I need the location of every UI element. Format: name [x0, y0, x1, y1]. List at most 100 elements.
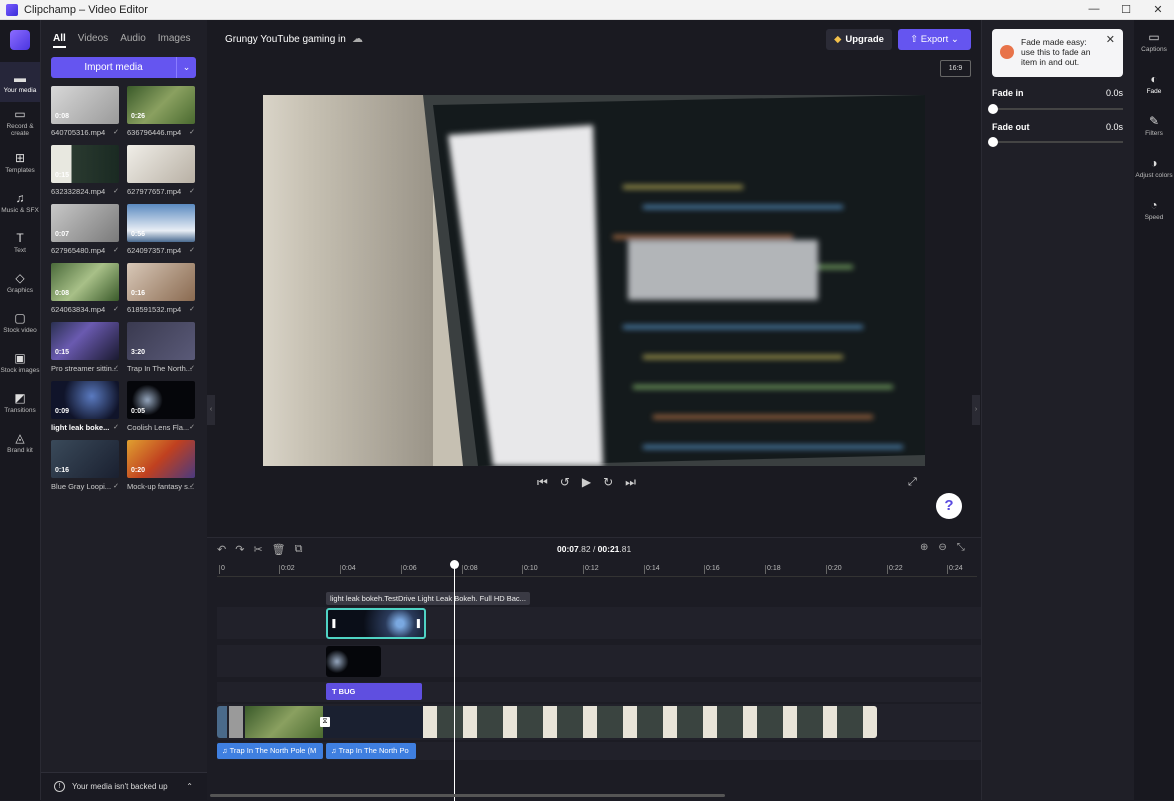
media-name: 618591532.mp4	[127, 305, 182, 314]
media-name: 624097357.mp4	[127, 246, 182, 255]
close-icon[interactable]: ✕	[1106, 35, 1115, 46]
media-item[interactable]: 0:20 Mock-up fantasy s... ✓	[127, 440, 195, 495]
media-item[interactable]: 0:56 624097357.mp4 ✓	[127, 204, 195, 259]
media-tabs: All Videos Audio Images	[41, 20, 207, 48]
redo-icon[interactable]: ↷	[235, 543, 244, 556]
backup-banner[interactable]: ! Your media isn't backed up ⌃	[41, 772, 207, 800]
nav-stock-images[interactable]: ▣ Stock images	[0, 342, 40, 382]
media-item[interactable]: 627977657.mp4 ✓	[127, 145, 195, 200]
nav-label: Text	[14, 246, 26, 254]
fade-in-value: 0.0s	[1105, 88, 1123, 98]
collapse-right-panel-button[interactable]: ›	[972, 395, 980, 425]
delete-icon[interactable]: 🗑	[272, 543, 286, 556]
slider-knob[interactable]	[988, 104, 998, 114]
audio-clip[interactable]: ♫ Trap In The North Pole (M	[217, 743, 323, 759]
video-preview[interactable]	[263, 95, 925, 466]
zoom-out-icon[interactable]: ⊖	[938, 542, 946, 553]
time-ruler[interactable]: 0 0:02 0:04 0:06 0:08 0:10 0:12 0:14 0:1…	[217, 563, 977, 577]
slider-knob[interactable]	[988, 137, 998, 147]
media-item[interactable]: 0:09 light leak boke... ✓	[51, 381, 119, 436]
media-item[interactable]: 0:26 636796446.mp4 ✓	[127, 86, 195, 141]
nav-stock-video[interactable]: ▢ Stock video	[0, 302, 40, 342]
tab-images[interactable]: Images	[158, 33, 191, 48]
tab-videos[interactable]: Videos	[78, 33, 108, 48]
media-item[interactable]: 0:16 618591532.mp4 ✓	[127, 263, 195, 318]
rail-speed[interactable]: ◔ Speed	[1134, 188, 1174, 230]
zoom-in-icon[interactable]: ⊕	[920, 542, 928, 553]
media-item[interactable]: 0:05 Coolish Lens Fla... ✓	[127, 381, 195, 436]
playhead[interactable]	[450, 560, 459, 801]
nav-brand-kit[interactable]: ◬ Brand kit	[0, 422, 40, 462]
play-icon[interactable]: ▶	[582, 475, 591, 490]
forward-5-icon[interactable]: ↻	[603, 475, 613, 490]
media-item[interactable]: 0:16 Blue Gray Loopi... ✓	[51, 440, 119, 495]
media-item[interactable]: 0:08 624063834.mp4 ✓	[51, 263, 119, 318]
undo-icon[interactable]: ↶	[217, 543, 226, 556]
tab-all[interactable]: All	[53, 33, 66, 48]
tab-audio[interactable]: Audio	[120, 33, 146, 48]
collapse-left-panel-button[interactable]: ‹	[207, 395, 215, 425]
fit-timeline-icon[interactable]: ⤡	[957, 542, 965, 553]
fade-out-slider[interactable]	[988, 137, 1123, 147]
help-button[interactable]: ?	[936, 493, 962, 519]
rewind-5-icon[interactable]: ↺	[560, 475, 570, 490]
upgrade-button[interactable]: ◆ Upgrade	[826, 29, 892, 50]
chevron-down-icon[interactable]: ⌄	[176, 57, 196, 78]
transition-icon[interactable]: ⧖	[320, 717, 330, 727]
trim-handle-left[interactable]: ❚	[330, 618, 338, 629]
fullscreen-icon[interactable]: ⤢	[908, 476, 917, 489]
media-item[interactable]: 3:20 Trap In The North... ✓	[127, 322, 195, 377]
nav-templates[interactable]: ⊞ Templates	[0, 142, 40, 182]
audio-clip[interactable]: ♫ Trap In The North Po	[326, 743, 416, 759]
fade-in-row: Fade in 0.0s	[992, 88, 1123, 98]
nav-your-media[interactable]: ▬ Your media	[0, 62, 40, 102]
text-clip[interactable]: T BUG	[326, 683, 422, 700]
nav-text[interactable]: T Text	[0, 222, 40, 262]
rail-fade[interactable]: ◐ Fade	[1134, 62, 1174, 104]
media-name: Mock-up fantasy s...	[127, 482, 195, 491]
import-media-button[interactable]: Import media ⌄	[51, 57, 196, 78]
nav-graphics[interactable]: ◇ Graphics	[0, 262, 40, 302]
nav-record-create[interactable]: ▭ Record & create	[0, 102, 40, 142]
graphics-icon: ◇	[15, 270, 25, 285]
rail-filters[interactable]: ✎ Filters	[1134, 104, 1174, 146]
save-frame-icon[interactable]: ⧉	[295, 543, 303, 556]
skip-back-icon[interactable]: ⏮	[537, 475, 548, 490]
text-clip-label: BUG	[338, 687, 356, 696]
fade-icon: ◐	[1150, 71, 1158, 86]
aspect-ratio-button[interactable]: 16:9	[940, 60, 971, 77]
import-media-label: Import media	[84, 62, 143, 73]
timeline-scrollbar[interactable]	[210, 794, 725, 797]
media-item[interactable]: 0:15 632332824.mp4 ✓	[51, 145, 119, 200]
chevron-up-icon[interactable]: ⌃	[186, 782, 193, 791]
main-video-clip[interactable]	[217, 706, 877, 738]
trim-handle-right[interactable]: ❚	[414, 618, 422, 629]
nav-music-sfx[interactable]: ♫ Music & SFX	[0, 182, 40, 222]
project-name[interactable]: Grungy YouTube gaming in	[225, 34, 346, 45]
text-icon: T	[16, 230, 24, 245]
minimize-button[interactable]: —	[1078, 3, 1110, 16]
media-item[interactable]: 0:07 627965480.mp4 ✓	[51, 204, 119, 259]
media-item[interactable]: 0:08 640705316.mp4 ✓	[51, 86, 119, 141]
clip-tooltip: light leak bokeh.TestDrive Light Leak Bo…	[326, 592, 530, 605]
media-panel: All Videos Audio Images Import media ⌄ 0…	[41, 20, 207, 800]
close-button[interactable]: ✕	[1142, 3, 1174, 16]
skip-forward-icon[interactable]: ⏭	[625, 475, 636, 490]
light-leak-clip[interactable]: ❚ ❚	[326, 608, 426, 639]
split-icon[interactable]: ✂	[253, 543, 262, 556]
rail-adjust-colors[interactable]: ◑ Adjust colors	[1134, 146, 1174, 188]
media-duration: 0:56	[131, 231, 146, 238]
fade-in-slider[interactable]	[988, 104, 1123, 114]
folder-icon: ▬	[14, 70, 26, 85]
lens-flare-clip[interactable]	[326, 646, 381, 677]
rail-captions[interactable]: ▭ Captions	[1134, 20, 1174, 62]
check-icon: ✓	[189, 188, 195, 195]
speed-icon: ◔	[1150, 197, 1158, 212]
clipchamp-app-icon	[6, 3, 18, 16]
media-name: 636796446.mp4	[127, 128, 182, 137]
export-button[interactable]: ⇧ Export ⌄	[898, 29, 971, 50]
media-duration: 0:08	[55, 113, 70, 120]
nav-transitions[interactable]: ◩ Transitions	[0, 382, 40, 422]
media-item[interactable]: 0:15 Pro streamer sittin... ✓	[51, 322, 119, 377]
maximize-button[interactable]: ☐	[1110, 3, 1142, 16]
